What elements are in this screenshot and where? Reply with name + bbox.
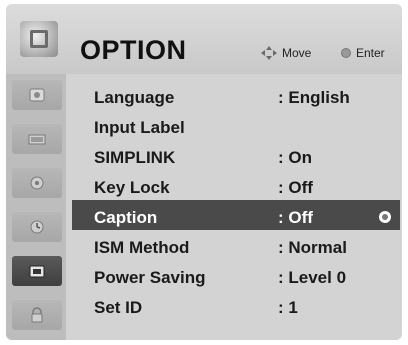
picture-icon: [29, 88, 45, 102]
option-menu-window: OPTION Move Enter Language: English Inp…: [6, 4, 402, 340]
menu-item-label: SIMPLINK: [94, 148, 176, 167]
menu-item-value: : Off: [278, 178, 313, 197]
menu-item-key-lock[interactable]: Key Lock : Off: [72, 170, 400, 200]
menu-item-value: : 1: [278, 298, 298, 317]
option-menu-icon: [20, 21, 58, 57]
menu-item-label: Key Lock: [94, 178, 170, 197]
enter-indicator-icon: [379, 211, 391, 223]
menu-item-label: ISM Method: [94, 238, 190, 257]
menu-item-simplink[interactable]: SIMPLINK : On: [72, 140, 400, 170]
move-arrows-icon: [261, 46, 277, 60]
menu-item-label: Power Saving: [94, 268, 206, 287]
lock-icon: [31, 307, 43, 323]
input-icon: [28, 134, 46, 145]
sidebar-item-picture[interactable]: [12, 80, 62, 110]
sidebar-item-input[interactable]: [12, 124, 62, 154]
sidebar-item-time[interactable]: [12, 212, 62, 242]
sidebar-item-lock[interactable]: [12, 300, 62, 330]
menu-item-caption[interactable]: Caption : Off: [72, 200, 400, 230]
menu-item-label: Caption: [94, 208, 158, 227]
menu-item-label: Input Label: [94, 118, 185, 137]
menu-item-language[interactable]: Language : English: [72, 80, 400, 110]
menu-item-power-saving[interactable]: Power Saving : Level 0: [72, 260, 400, 290]
menu-header: OPTION Move Enter: [6, 4, 402, 74]
menu-item-value: : English: [278, 88, 350, 107]
enter-hint: Enter: [341, 46, 385, 60]
menu-item-value: : On: [278, 148, 312, 167]
menu-item-label: Set ID: [94, 298, 143, 317]
menu-item-value: : Level 0: [278, 268, 347, 287]
menu-item-set-id[interactable]: Set ID : 1: [72, 290, 400, 320]
page-title: OPTION: [80, 35, 187, 65]
clock-icon: [30, 220, 44, 234]
enter-button-icon: [341, 48, 351, 58]
option-icon: [29, 265, 45, 278]
menu-item-label: Language: [94, 88, 175, 107]
category-sidebar: [6, 74, 66, 340]
enter-hint-label: Enter: [356, 46, 385, 60]
disc-icon: [30, 176, 44, 190]
menu-item-value: : Off: [278, 208, 313, 227]
move-hint-label: Move: [282, 46, 312, 60]
menu-item-ism-method[interactable]: ISM Method : Normal: [72, 230, 400, 260]
sidebar-item-option[interactable]: [12, 256, 62, 286]
menu-item-input-label[interactable]: Input Label: [72, 110, 400, 140]
menu-item-value: : Normal: [278, 238, 347, 257]
sidebar-item-audio[interactable]: [12, 168, 62, 198]
move-hint: Move: [261, 46, 311, 60]
